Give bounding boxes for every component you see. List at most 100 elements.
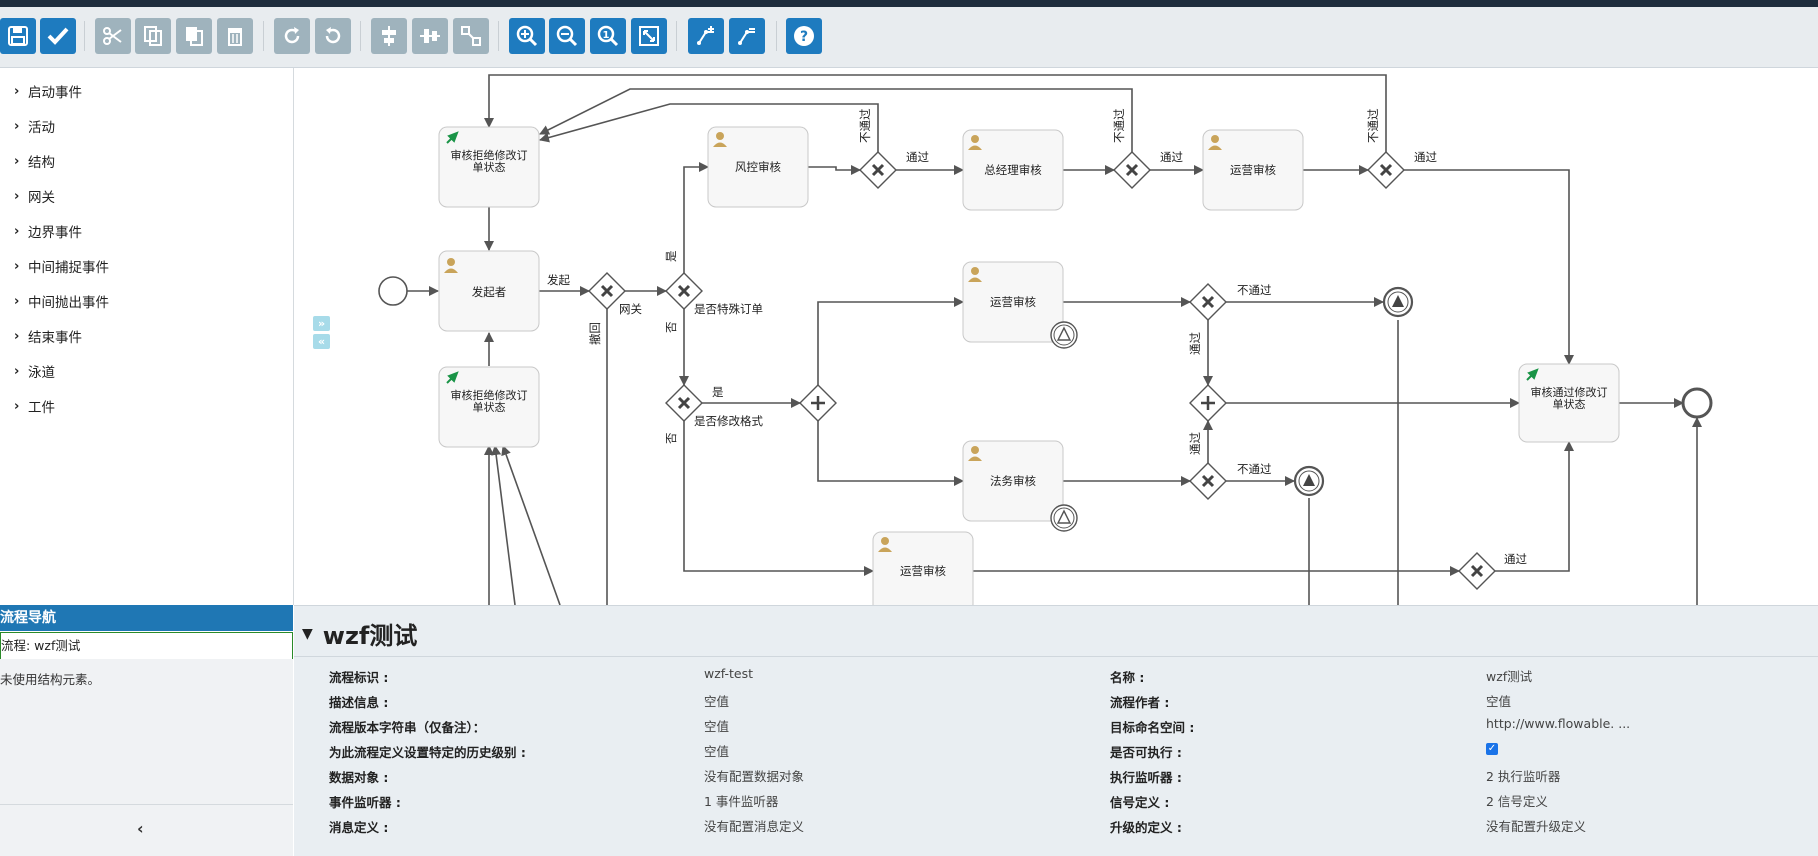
palette-item-swimlanes[interactable]: › 泳道 (14, 361, 55, 382)
prop-label: 消息定义 : (329, 820, 389, 835)
palette-item-structural[interactable]: › 结构 (14, 151, 55, 172)
task-label: 法务审核 (990, 474, 1036, 488)
task-ops-mid[interactable]: 运营审核 (962, 261, 1078, 349)
zoom-actual-icon: 1 (597, 25, 619, 47)
flow-label: 不通过 (1237, 462, 1272, 476)
chevron-right-icon: › (14, 328, 20, 344)
flow-label: 撤回 (588, 322, 602, 345)
chevron-right-icon: › (14, 223, 20, 239)
validate-button[interactable] (40, 18, 76, 54)
chevron-right-icon: › (14, 118, 20, 134)
chevron-left-icon[interactable]: ‹ (137, 819, 144, 838)
diagram-canvas[interactable]: 审核拒绝修改订单状态 发起者 审核拒绝修改订单状态 风控审核 总经理审核 运营审… (294, 68, 1818, 605)
toolbar: 1 ? (0, 7, 1818, 68)
zoom-actual-button[interactable]: 1 (590, 18, 626, 54)
expand-icon[interactable]: » (313, 316, 330, 331)
prop-value[interactable]: 空值 (1486, 691, 1511, 710)
task-risk[interactable]: 风控审核 (707, 126, 809, 208)
flow-label: 网关 (619, 302, 642, 316)
add-bendpoint-button[interactable] (688, 18, 724, 54)
prop-value[interactable]: 没有配置消息定义 (704, 816, 804, 835)
help-button[interactable]: ? (786, 18, 822, 54)
palette-item-gateways[interactable]: › 网关 (14, 186, 55, 207)
end-event[interactable] (1681, 387, 1713, 419)
prop-value[interactable]: 空值 (704, 741, 729, 760)
redo-button[interactable] (274, 18, 310, 54)
palette-item-boundary-events[interactable]: › 边界事件 (14, 221, 82, 242)
palette-item-label: 活动 (28, 120, 55, 136)
prop-value[interactable]: wzf测试 (1486, 666, 1532, 685)
collapse-icon[interactable]: « (313, 334, 330, 349)
flow-label: 通过 (1504, 552, 1527, 566)
parallel-gateways[interactable] (799, 384, 1227, 422)
task-label: 风控审核 (735, 160, 781, 174)
align-vertical-button[interactable] (412, 18, 448, 54)
flow-label: 通过 (1188, 332, 1202, 355)
exclusive-gateways[interactable] (588, 151, 1496, 590)
task-approve[interactable]: 审核通过修改订单状态 (1518, 363, 1620, 443)
palette-item-catch-events[interactable]: › 中间捕捉事件 (14, 256, 109, 277)
checkmark-icon (47, 27, 69, 45)
palette-item-label: 工件 (28, 400, 55, 416)
palette-item-artifacts[interactable]: › 工件 (14, 396, 55, 417)
undo-button[interactable] (315, 18, 351, 54)
palette-collapse-handles[interactable]: » « (313, 316, 331, 354)
prop-value[interactable]: 空值 (704, 691, 729, 710)
palette-item-end-events[interactable]: › 结束事件 (14, 326, 82, 347)
prop-label: 名称 : (1110, 670, 1145, 685)
prop-value[interactable]: 2 执行监听器 (1486, 766, 1560, 785)
prop-value[interactable]: 1 事件监听器 (704, 791, 778, 810)
save-button[interactable] (0, 18, 36, 54)
palette-item-throw-events[interactable]: › 中间抛出事件 (14, 291, 109, 312)
task-reject-top[interactable]: 审核拒绝修改订单状态 (438, 126, 540, 208)
properties-title[interactable]: ▼ wzf测试 (302, 616, 417, 651)
chevron-right-icon: › (14, 153, 20, 169)
task-gm[interactable]: 总经理审核 (962, 129, 1064, 211)
bpmn-diagram[interactable]: 审核拒绝修改订单状态 发起者 审核拒绝修改订单状态 风控审核 总经理审核 运营审… (294, 68, 1818, 605)
chevron-down-icon[interactable]: ▼ (302, 626, 313, 642)
user-icon (1211, 135, 1219, 143)
paste-button[interactable] (176, 18, 212, 54)
prop-label: 事件监听器 : (329, 795, 401, 810)
copy-button[interactable] (135, 18, 171, 54)
palette-item-label: 边界事件 (28, 225, 82, 241)
prop-value[interactable]: 没有配置升级定义 (1486, 816, 1586, 835)
zoom-in-button[interactable] (509, 18, 545, 54)
align-horizontal-button[interactable] (371, 18, 407, 54)
flow-label: 不通过 (1112, 108, 1126, 143)
prop-value[interactable]: wzf-test (704, 666, 753, 681)
prop-label: 描述信息 : (329, 695, 389, 710)
prop-value[interactable]: 没有配置数据对象 (704, 766, 804, 785)
signal-boundary-event (1050, 504, 1078, 532)
prop-value[interactable]: http://www.flowable. ... (1486, 716, 1630, 731)
signal-end-events[interactable] (1293, 286, 1414, 497)
start-event[interactable] (378, 276, 408, 306)
align-horizontal-icon (382, 26, 396, 46)
zoom-out-button[interactable] (549, 18, 585, 54)
palette-item-label: 中间捕捉事件 (28, 260, 109, 276)
palette-item-start-events[interactable]: › 启动事件 (14, 81, 82, 102)
task-reject-bottom[interactable]: 审核拒绝修改订单状态 (438, 366, 540, 448)
palette-item-activities[interactable]: › 活动 (14, 116, 55, 137)
cut-button[interactable] (95, 18, 131, 54)
task-ops-top[interactable]: 运营审核 (1202, 129, 1304, 211)
prop-value[interactable]: 2 信号定义 (1486, 791, 1548, 810)
remove-bendpoint-button[interactable] (729, 18, 765, 54)
task-initiator[interactable]: 发起者 (438, 250, 540, 332)
flow-label: 通过 (1414, 150, 1437, 164)
task-ops-bottom[interactable]: 运营审核 (872, 531, 974, 605)
flow-label: 是否特殊订单 (694, 302, 763, 316)
delete-button[interactable] (217, 18, 253, 54)
task-legal[interactable]: 法务审核 (962, 440, 1078, 532)
zoom-fit-button[interactable] (631, 18, 667, 54)
task-label: 运营审核 (1230, 163, 1276, 177)
executable-checkbox[interactable]: ✓ (1486, 743, 1498, 755)
nav-flow-item[interactable]: 流程: wzf测试 (0, 632, 293, 660)
prop-label: 是否可执行 : (1110, 745, 1182, 760)
prop-value[interactable]: 空值 (704, 716, 729, 735)
flow-label: 否 (664, 432, 678, 444)
same-size-button[interactable] (453, 18, 489, 54)
save-icon (8, 26, 28, 46)
user-icon (971, 267, 979, 275)
process-name: wzf测试 (322, 622, 418, 650)
